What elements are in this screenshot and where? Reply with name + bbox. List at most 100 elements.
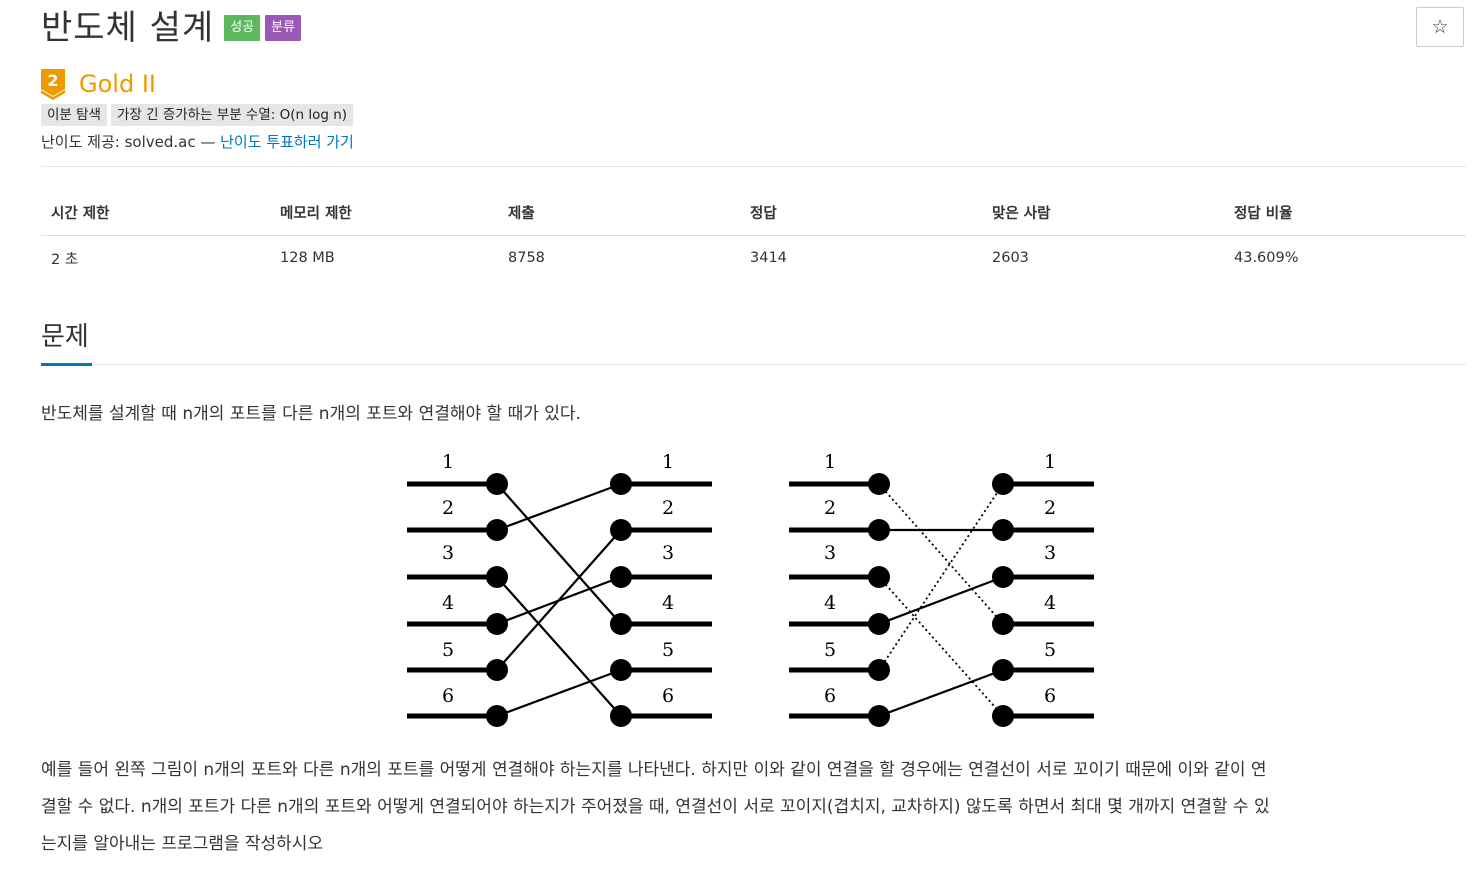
connection-line: [496, 482, 622, 532]
tier-name[interactable]: Gold II: [79, 70, 156, 98]
port-label-right: 2: [662, 497, 674, 519]
value-submissions[interactable]: 8758: [498, 236, 740, 281]
header-memory-limit: 메모리 제한: [270, 190, 498, 236]
port-label-left: 1: [442, 451, 454, 473]
port-dot-right: [610, 566, 632, 588]
port-dot-right: [992, 659, 1014, 681]
section-divider: [41, 364, 1466, 365]
divider: [41, 166, 1466, 167]
value-solved-users[interactable]: 2603: [982, 236, 1224, 281]
connection-line-dotted: [878, 483, 1004, 625]
port-label-right: 5: [1044, 639, 1056, 661]
section-title-underline: [41, 363, 92, 366]
port-label-right: 5: [662, 639, 674, 661]
port-label-left: 3: [824, 542, 836, 564]
port-dot-right: [992, 566, 1014, 588]
success-badge[interactable]: 성공: [224, 15, 261, 41]
figure-left-diagram: 1 1 2 2 3 3 4 4 5 5 6 6: [407, 451, 712, 727]
difficulty-prefix: 난이도 제공: solved.ac —: [41, 133, 221, 151]
figure-right-diagram: 1 1 2 2 3 3 4 4 5 5 6 6: [789, 451, 1094, 727]
star-button[interactable]: ☆: [1416, 7, 1464, 47]
connection-line: [878, 575, 1004, 626]
tag-item[interactable]: 이분 탐색: [41, 104, 107, 126]
connection-line-dotted: [878, 483, 1004, 671]
port-label-left: 4: [824, 592, 836, 614]
page-title: 반도체 설계: [41, 8, 215, 48]
header-time-limit: 시간 제한: [41, 190, 270, 236]
port-dot-left: [868, 613, 890, 635]
value-time-limit: 2 초: [51, 251, 79, 268]
port-dot-right: [610, 659, 632, 681]
port-label-right: 1: [662, 451, 674, 473]
port-dot-left: [486, 473, 508, 495]
port-dot-left: [486, 705, 508, 727]
port-label-left: 1: [824, 451, 836, 473]
tier-number: 2: [47, 71, 58, 90]
tier-badge-icon: 2: [41, 69, 65, 100]
header-accepted: 정답: [740, 190, 982, 236]
connection-line: [496, 576, 622, 717]
port-dot-left: [486, 659, 508, 681]
connection-line: [496, 668, 622, 718]
port-label-left: 6: [442, 685, 454, 707]
port-dot-right: [992, 705, 1014, 727]
port-dot-left: [486, 519, 508, 541]
value-accept-ratio: 43.609%: [1234, 250, 1299, 266]
port-label-right: 6: [1044, 685, 1056, 707]
port-dot-left: [868, 705, 890, 727]
tag-item[interactable]: 가장 긴 증가하는 부분 수열: O(n log n): [110, 104, 354, 126]
connection-line: [878, 668, 1004, 718]
category-badge[interactable]: 분류: [265, 15, 302, 41]
port-label-left: 2: [824, 497, 836, 519]
port-dot-right: [992, 613, 1014, 635]
port-label-right: 1: [1044, 451, 1056, 473]
header-submissions: 제출: [498, 190, 740, 236]
port-dot-right: [610, 473, 632, 495]
port-label-right: 2: [1044, 497, 1056, 519]
title-row: 반도체 설계 성공 분류: [41, 6, 302, 50]
port-dot-left: [486, 613, 508, 635]
problem-description-line-3: 는지를 알아내는 프로그램을 작성하시오: [41, 834, 324, 854]
header-solved-users: 맞은 사람: [982, 190, 1224, 236]
difficulty-vote-link[interactable]: 난이도 투표하러 가기: [220, 133, 354, 151]
port-label-right: 3: [662, 542, 674, 564]
port-connection-figure: 1 1 2 2 3 3 4 4 5 5 6 6 1 1 2 2 3 3 4 4 5 5 6 6: [407, 451, 1094, 727]
problem-intro: 반도체를 설계할 때 n개의 포트를 다른 n개의 포트와 연결해야 할 때가 …: [41, 404, 581, 424]
header-accept-ratio: 정답 비율: [1224, 190, 1466, 236]
stats-header-row: 시간 제한 메모리 제한 제출 정답 맞은 사람 정답 비율: [41, 190, 1466, 236]
port-dot-right: [610, 519, 632, 541]
port-dot-right: [610, 705, 632, 727]
connection-line: [496, 529, 622, 671]
tier-row: 2 Gold II: [40, 68, 156, 100]
port-label-right: 4: [662, 592, 674, 614]
port-label-right: 6: [662, 685, 674, 707]
stats-value-row: 2 초 128 MB 8758 3414 2603 43.609%: [41, 236, 1466, 281]
problem-description-line-2: 결할 수 없다. n개의 포트가 다른 n개의 포트와 어떻게 연결되어야 하는…: [41, 797, 1270, 817]
port-dot-left: [868, 519, 890, 541]
connection-line: [496, 483, 622, 625]
port-label-left: 6: [824, 685, 836, 707]
port-dot-right: [610, 613, 632, 635]
port-dot-left: [868, 473, 890, 495]
port-dot-right: [992, 519, 1014, 541]
difficulty-credit: 난이도 제공: solved.ac — 난이도 투표하러 가기: [41, 131, 354, 152]
port-dot-left: [868, 659, 890, 681]
port-label-left: 5: [824, 639, 836, 661]
value-memory-limit: 128 MB: [280, 250, 335, 266]
port-label-right: 4: [1044, 592, 1056, 614]
port-dot-left: [486, 566, 508, 588]
star-icon: ☆: [1431, 16, 1449, 38]
port-dot-left: [868, 566, 890, 588]
port-dot-right: [992, 473, 1014, 495]
port-label-left: 4: [442, 592, 454, 614]
problem-description-line-1: 예를 들어 왼쪽 그림이 n개의 포트와 다른 n개의 포트를 어떻게 연결해야…: [41, 760, 1267, 780]
value-accepted[interactable]: 3414: [740, 236, 982, 281]
problem-stats-table: 시간 제한 메모리 제한 제출 정답 맞은 사람 정답 비율 2 초 128 M…: [41, 190, 1466, 280]
port-label-left: 2: [442, 497, 454, 519]
port-label-left: 5: [442, 639, 454, 661]
section-title: 문제: [41, 322, 89, 352]
port-label-right: 3: [1044, 542, 1056, 564]
port-label-left: 3: [442, 542, 454, 564]
connection-line-dotted: [878, 576, 1004, 717]
tag-list: 이분 탐색 가장 긴 증가하는 부분 수열: O(n log n): [41, 104, 357, 126]
